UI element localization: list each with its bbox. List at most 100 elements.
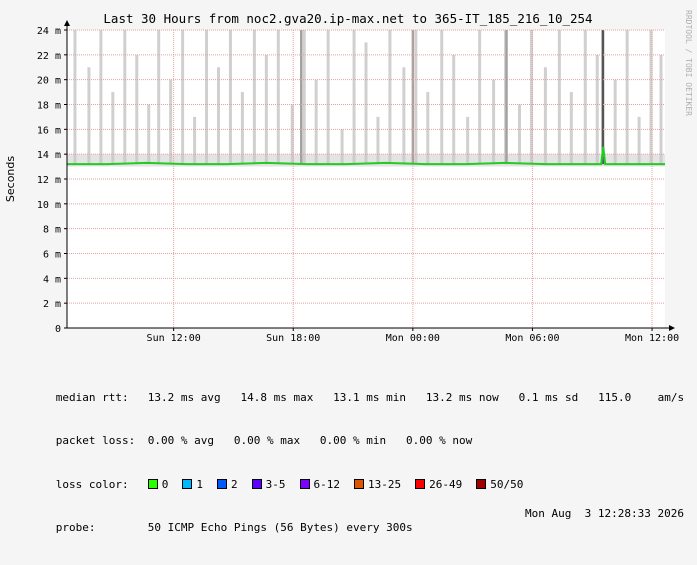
median-rtt-row: median rtt: 13.2 ms avg 14.8 ms max 13.1 … (16, 376, 686, 404)
smoke-spike-11 (205, 30, 209, 165)
y-tick-label-11: 22 m (37, 51, 61, 62)
x-tick-label-2: Mon 00:00 (386, 333, 440, 344)
loss-color-label-7: 50/50 (490, 477, 524, 491)
y-tick-label-4: 8 m (43, 225, 61, 236)
loss-color-label-0: 0 (161, 477, 169, 491)
smoke-spike-40 (569, 92, 573, 165)
loss-color-swatch-1 (182, 478, 193, 489)
smoke-spike-45 (625, 30, 629, 165)
y-tick-label-7: 14 m (37, 150, 61, 161)
loss-color-row: loss color: 0 1 2 3-5 6-12 13-25 26-49 50/50 (16, 463, 686, 491)
smoke-spike-32 (466, 116, 470, 165)
probe-text: 50 ICMP Echo Pings (56 Bytes) every 300s (147, 521, 413, 534)
smoke-spike-5 (135, 54, 139, 165)
loss-color-label-2: 2 (231, 477, 238, 491)
smoke-spike-29 (426, 92, 430, 165)
loss-color-label-6: 26-49 (429, 477, 463, 491)
y-tick-label-9: 18 m (37, 101, 61, 112)
x-tick-label-3: Mon 06:00 (505, 333, 559, 344)
smoke-spike-42 (595, 54, 599, 165)
smoke-spike-15 (252, 30, 256, 165)
smoke-spike-25 (376, 116, 380, 165)
smoke-spike-26 (388, 30, 392, 165)
timestamp: Mon Aug 3 12:28:33 2026 (525, 506, 684, 520)
y-tick-label-6: 12 m (37, 175, 61, 186)
packet-loss-row: packet loss: 0.00 % avg 0.00 % max 0.00 %… (16, 420, 686, 447)
smoke-spike-4 (123, 30, 127, 165)
loss-color-label: loss color: (55, 477, 129, 491)
y-tick-label-12: 24 m (37, 26, 61, 37)
smoke-spike-2 (99, 30, 103, 165)
smoke-spike-9 (181, 30, 185, 165)
smoke-spike-21 (326, 30, 330, 165)
loss-color-swatch-2 (217, 478, 227, 489)
smoke-spike-23 (352, 30, 356, 165)
smoke-spike-8 (169, 79, 173, 165)
smoke-spike-14 (240, 92, 244, 165)
smoke-spike-1 (87, 67, 91, 165)
smoke-spike-39 (557, 30, 561, 165)
smoke-spike-22 (340, 129, 344, 165)
smoke-spike-48 (659, 54, 663, 165)
loss-color-item-4: 6-12 (299, 477, 341, 491)
loss-color-swatch-3 (251, 478, 262, 489)
loss-color-swatch-0 (147, 478, 158, 489)
y-axis-label: Seconds (4, 156, 17, 202)
smoke-spike-17 (276, 30, 280, 165)
loss-color-swatch-5 (354, 478, 364, 489)
chart-title: Last 30 Hours from noc2.gva20.ip-max.net… (103, 11, 592, 26)
y-axis-arrow (64, 20, 70, 26)
smoke-spike-33 (478, 30, 482, 165)
loss-color-label-4: 6-12 (313, 477, 341, 491)
probe-row: probe: 50 ICMP Echo Pings (56 Bytes) ever… (16, 506, 686, 535)
x-tick-label-0: Sun 12:00 (147, 333, 201, 344)
y-tick-label-5: 10 m (37, 200, 61, 211)
x-tick-label-4: Mon 12:00 (625, 333, 679, 344)
smoke-spike-31 (452, 54, 456, 165)
smoke-spike-38 (543, 67, 547, 165)
y-tick-label-2: 4 m (43, 274, 61, 285)
latency-chart: 0 2 m 4 m 6 m 8 m 10 m 12 m 14 m 16 m 18 m 20 m 22 … (4, 10, 693, 344)
x-axis-arrow (669, 325, 675, 331)
loss-color-swatch-4 (299, 478, 310, 489)
median-rtt-label: median rtt: (55, 390, 129, 404)
loss-color-swatches: 0 1 2 3-5 6-12 13-25 26-49 50/50 (147, 477, 538, 493)
smoke-spike-41 (583, 30, 587, 165)
y-tick-label-8: 16 m (37, 125, 61, 136)
loss-color-item-6: 26-49 (415, 478, 462, 491)
loss-color-item-7: 50/50 (476, 478, 523, 491)
dark-spike-3 (601, 30, 605, 165)
smoke-spike-6 (147, 104, 151, 165)
y-tick-label-0: 0 (55, 324, 61, 335)
smoke-spike-24 (364, 42, 368, 165)
dark-spike-0 (300, 30, 303, 165)
y-tick-label-1: 2 m (43, 299, 61, 310)
loss-color-item-3: 3-5 (251, 478, 286, 491)
legend: median rtt: 13.2 ms avg 14.8 ms max 13.1 … (16, 347, 686, 550)
smoke-spike-3 (111, 92, 115, 165)
y-tick-label-10: 20 m (37, 76, 61, 87)
median-rtt-stats: 13.2 ms avg 14.8 ms max 13.1 ms min 13.2… (147, 390, 685, 404)
x-tick-label-1: Sun 18:00 (266, 333, 320, 344)
packet-loss-stats: 0.00 % avg 0.00 % max 0.00 % min 0.00 % … (147, 434, 473, 447)
loss-color-label-5: 13-25 (368, 477, 402, 491)
smoke-spike-10 (193, 116, 197, 165)
smoke-spike-12 (216, 67, 220, 165)
smoke-spike-28 (414, 30, 418, 165)
smoke-spike-36 (517, 104, 521, 165)
smoke-spike-16 (264, 54, 268, 165)
smoke-spike-0 (73, 30, 77, 165)
smoke-spike-7 (157, 30, 161, 165)
smoke-spike-13 (228, 30, 232, 165)
smokeping-graph: 0 2 m 4 m 6 m 8 m 10 m 12 m 14 m 16 m 18 m 20 m 22 … (0, 0, 697, 534)
loss-color-item-5: 13-25 (354, 478, 401, 491)
smoke-spike-46 (637, 116, 641, 165)
loss-color-item-1: 1 (182, 478, 203, 491)
smoke-spike-20 (314, 79, 318, 165)
loss-color-item-2: 2 (217, 478, 238, 491)
loss-color-swatch-6 (415, 478, 426, 489)
smoke-spike-27 (402, 67, 406, 165)
probe-label: probe: (55, 521, 96, 534)
packet-loss-label: packet loss: (55, 434, 136, 447)
dark-spike-2 (505, 30, 508, 165)
